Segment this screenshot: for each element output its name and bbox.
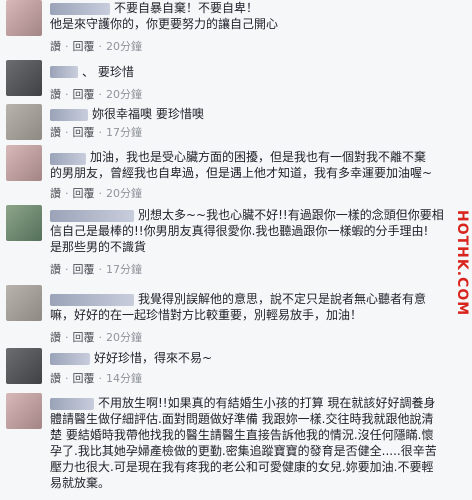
comment-line: 信自己是最棒的!!你男朋友真得很愛你.我也聽過跟你一樣蝦的分手理由! (50, 224, 429, 238)
separator: · (65, 331, 69, 344)
separator: · (98, 187, 103, 200)
comment-text: 好好珍惜，得來不易~ (50, 350, 464, 366)
separator: · (98, 372, 103, 385)
like-link[interactable]: 讚 (50, 88, 61, 101)
reply-link[interactable]: 回覆 (73, 263, 95, 276)
comment-text: 不要自暴自棄！不要自卑！ 他是來守護你的，你更要努力的讓自己開心 (50, 0, 464, 32)
comment-line: 嘛，好好的在一起珍惜對方比較重要，別輕易放手，加油！ (50, 308, 363, 322)
comment-line: 妳很幸福噢 要珍惜噢 (92, 107, 204, 121)
like-link[interactable]: 讚 (50, 331, 61, 344)
avatar[interactable] (6, 104, 42, 140)
comment-text: 別想太多~~我也心臟不好!!有過跟你一樣的念頭但你要相 信自己是最棒的!!你男朋… (50, 207, 464, 255)
avatar[interactable] (6, 393, 42, 429)
timestamp[interactable]: 20分鐘 (106, 187, 142, 200)
like-link[interactable]: 讚 (50, 126, 61, 139)
reply-link[interactable]: 回覆 (73, 40, 95, 53)
separator: · (98, 331, 103, 344)
comment-meta: 讚 · 回覆 · 20分鐘 (50, 86, 142, 102)
separator: · (65, 372, 69, 385)
timestamp[interactable]: 17分鐘 (106, 126, 142, 139)
timestamp[interactable]: 20分鐘 (106, 331, 142, 344)
separator: · (65, 40, 69, 53)
reply-link[interactable]: 回覆 (73, 88, 95, 101)
comment-line: 他是來守護你的，你更要努力的讓自己開心 (50, 17, 279, 31)
separator: · (98, 88, 103, 101)
timestamp[interactable]: 17分鐘 (106, 263, 142, 276)
comment-line: 體請醫生做仔細評估.面對問題做好準備 我跟妳一樣.交往時我就跟他說清 (50, 412, 434, 426)
comment-text: 、 要珍惜 (50, 64, 464, 80)
comment-meta: 讚 · 回覆 · 20分鐘 (50, 38, 142, 54)
separator: · (65, 88, 69, 101)
watermark-text: HOTHK.COM (454, 210, 470, 317)
avatar[interactable] (6, 285, 42, 321)
avatar[interactable] (6, 60, 42, 96)
comment-line: 壓力也很大.可是現在我有疼我的老公和可愛健康的女兒.妳要加油.不要輕 (50, 460, 434, 474)
comment-text: 加油，我也是受心臟方面的困擾，但是我也有一個對我不離不棄 的男朋友，曾經我也自卑… (50, 149, 464, 181)
avatar[interactable] (6, 0, 42, 36)
like-link[interactable]: 讚 (50, 187, 61, 200)
comment-line: 楚 要結婚時我帶他找我的醫生請醫生直接告訴他我的情況.沒任何隱瞞.懷 (50, 428, 434, 442)
reply-link[interactable]: 回覆 (73, 372, 95, 385)
comment-text: 不用放生啊!!如果真的有結婚生小孩的打算 現在就該好好調養身 體請醫生做仔細評估… (50, 395, 464, 491)
avatar[interactable] (6, 348, 42, 384)
comment-line: 不要自暴自棄！不要自卑！ (114, 1, 259, 15)
comment-line: 不用放生啊!!如果真的有結婚生小孩的打算 現在就該好好調養身 (98, 396, 436, 410)
comment-meta: 讚 · 回覆 · 20分鐘 (50, 329, 142, 345)
comment-line: 孕了.我比其她孕婦產檢做的更勤.密集追蹤寶寶的發育是否健全.....很辛苦 (50, 444, 437, 458)
separator: · (98, 263, 103, 276)
comment-meta: 讚 · 回覆 · 20分鐘 (50, 185, 142, 201)
like-link[interactable]: 讚 (50, 372, 61, 385)
comment-line: 好好珍惜，得來不易~ (94, 351, 213, 365)
timestamp[interactable]: 20分鐘 (106, 88, 142, 101)
avatar[interactable] (6, 145, 42, 181)
comment-meta: 讚 · 回覆 · 17分鐘 (50, 261, 142, 277)
separator: · (65, 263, 69, 276)
separator: · (98, 126, 103, 139)
avatar[interactable] (6, 205, 42, 241)
reply-link[interactable]: 回覆 (73, 187, 95, 200)
comment-line: 加油，我也是受心臟方面的困擾，但是我也有一個對我不離不棄 (90, 150, 427, 164)
like-link[interactable]: 讚 (50, 263, 61, 276)
separator: · (65, 126, 69, 139)
reply-link[interactable]: 回覆 (73, 126, 95, 139)
comment-line: 的男朋友，曾經我也自卑過，但是遇上他才知道，我有多幸運要加油喔~ (50, 166, 433, 180)
separator: · (65, 187, 69, 200)
comment-line: 別想太多~~我也心臟不好!!有過跟你一樣的念頭但你要相 (138, 208, 444, 222)
comment-line: 易就放棄。 (50, 476, 111, 490)
reply-link[interactable]: 回覆 (73, 331, 95, 344)
comment-meta: 讚 · 回覆 · 14分鐘 (50, 370, 142, 386)
comment-line: 我覺得別誤解他的意思，說不定只是說者無心聽者有意 (138, 292, 427, 306)
comment-meta: 讚 · 回覆 · 17分鐘 (50, 124, 142, 140)
timestamp[interactable]: 14分鐘 (106, 372, 142, 385)
comment-line: 、 要珍惜 (82, 65, 134, 79)
like-link[interactable]: 讚 (50, 40, 61, 53)
comment-text: 妳很幸福噢 要珍惜噢 (50, 106, 464, 122)
comment-line: 是那些男的不識貨 (50, 240, 147, 254)
timestamp[interactable]: 20分鐘 (106, 40, 142, 53)
comment-text: 我覺得別誤解他的意思，說不定只是說者無心聽者有意 嘛，好好的在一起珍惜對方比較重… (50, 291, 464, 323)
separator: · (98, 40, 103, 53)
